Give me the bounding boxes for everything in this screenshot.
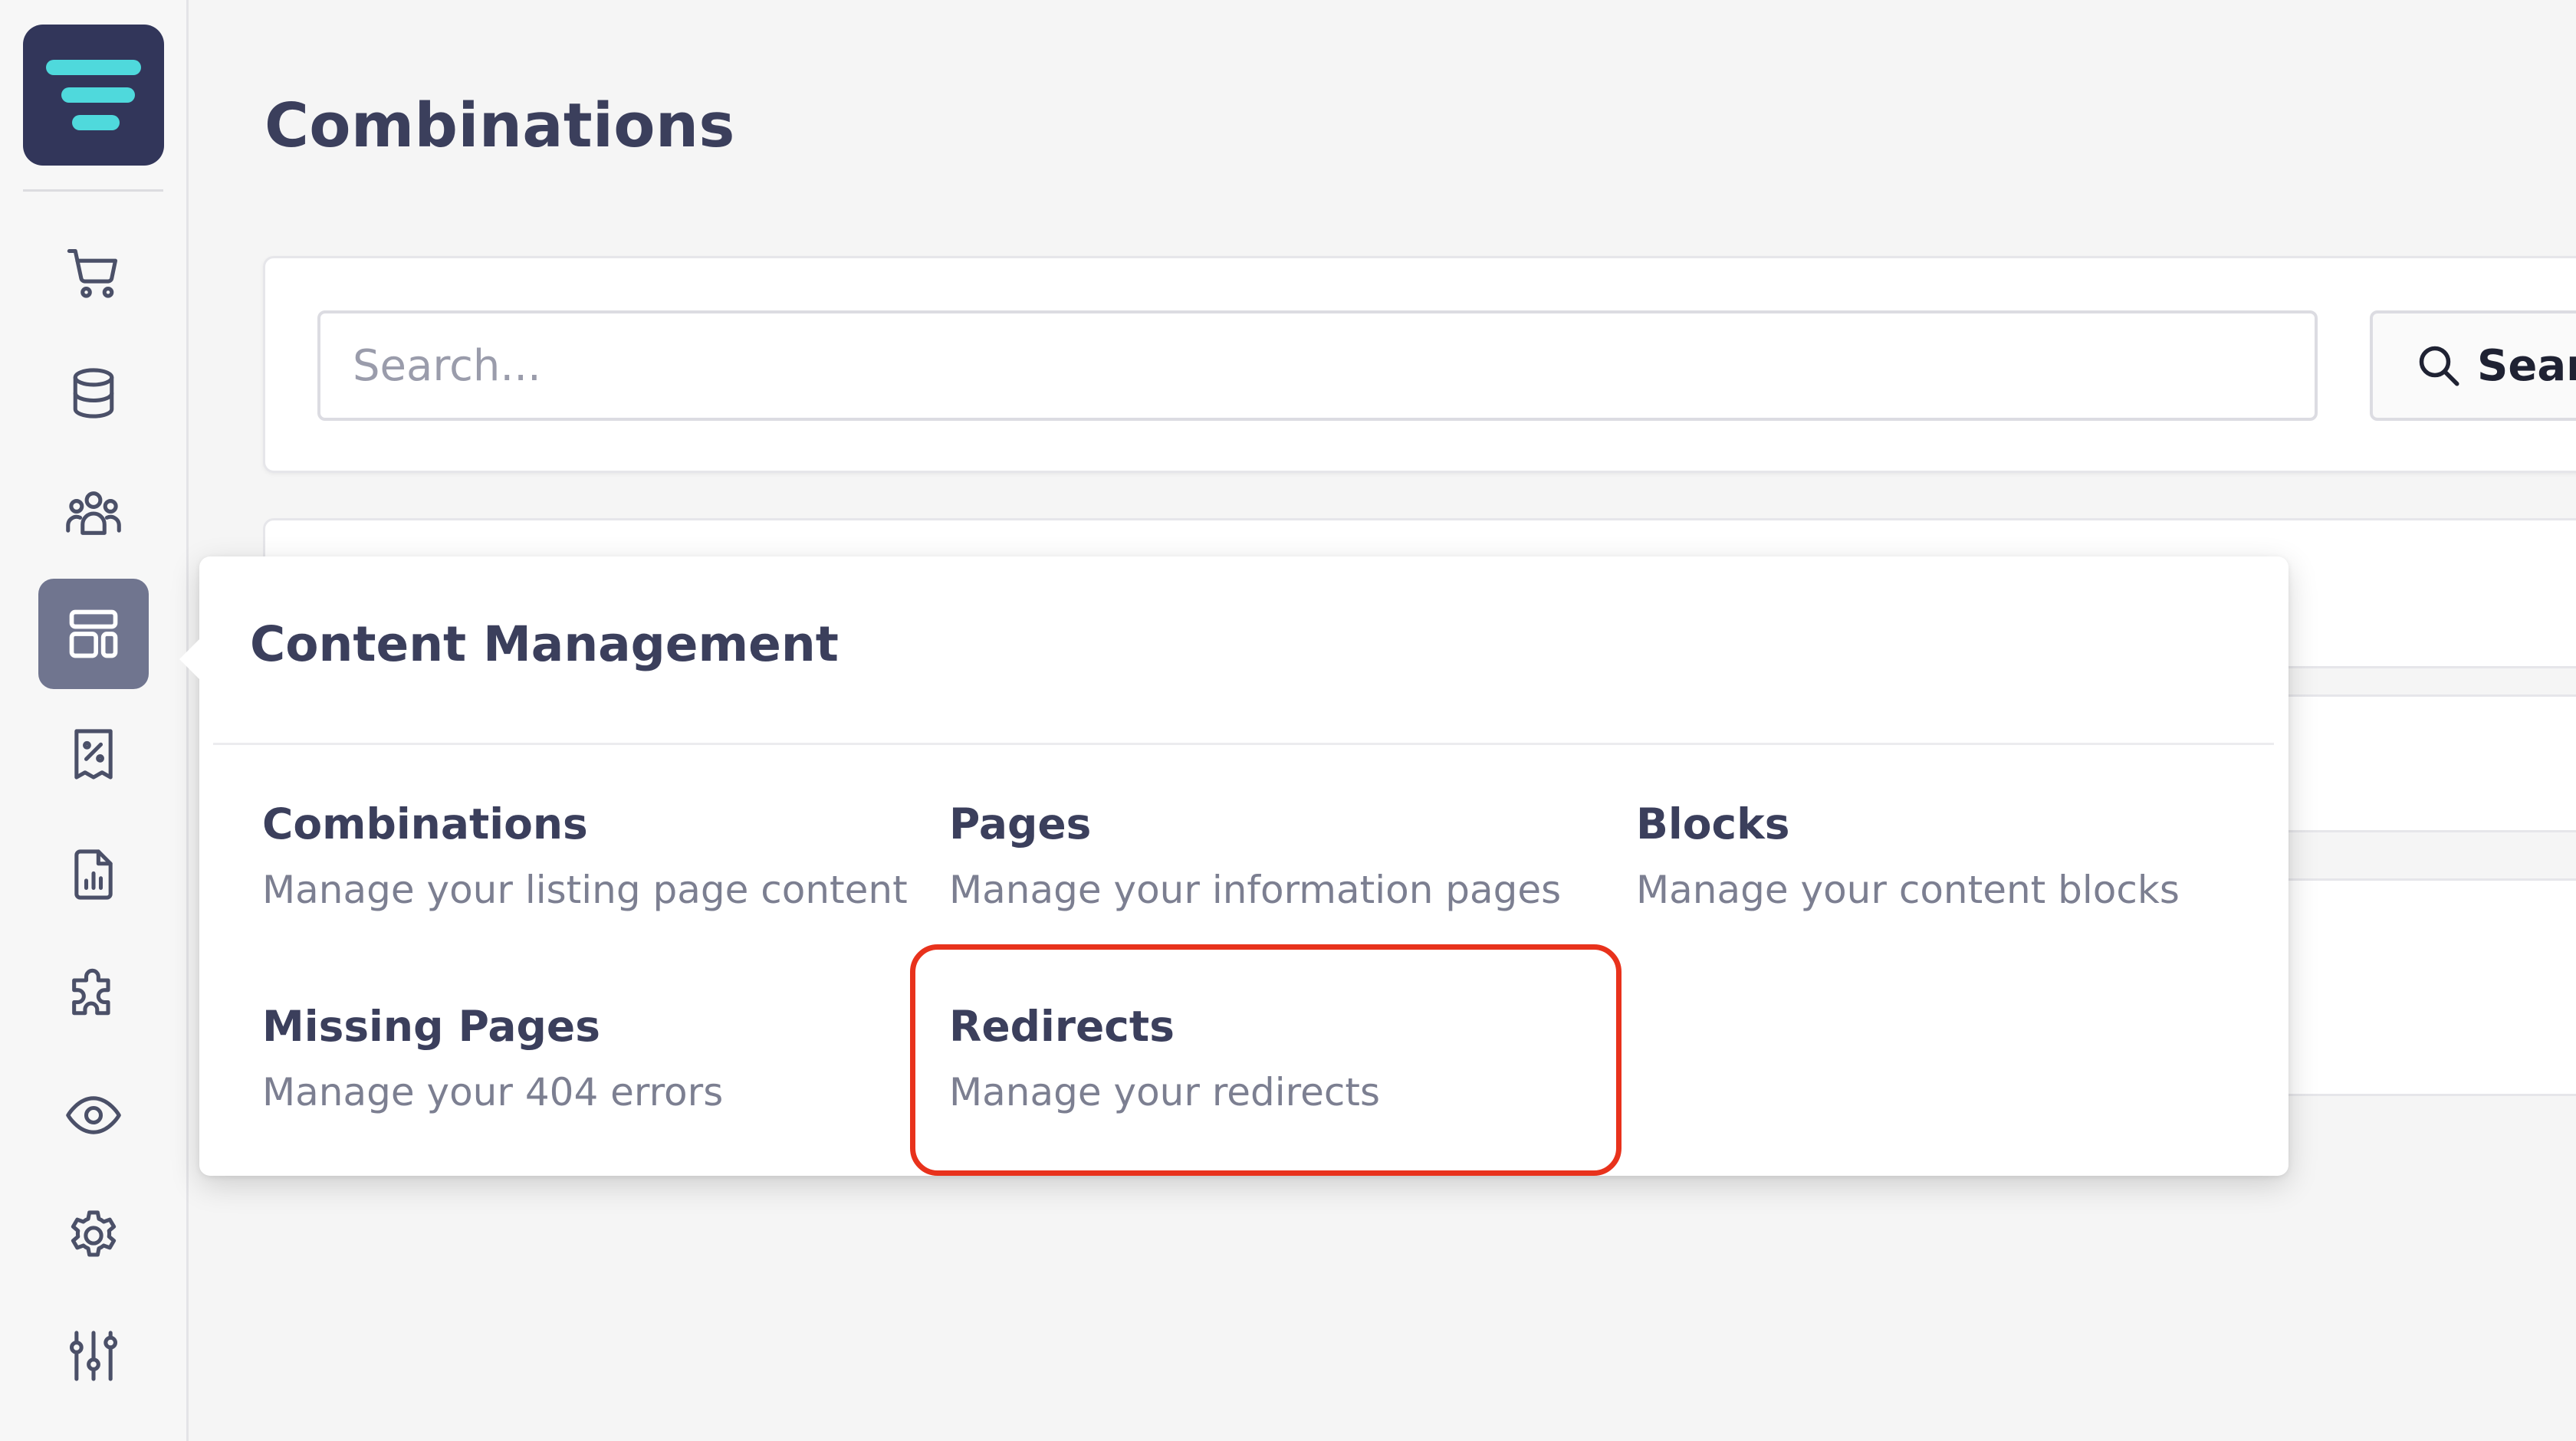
search-icon bbox=[2419, 346, 2459, 386]
customers-icon bbox=[66, 491, 121, 535]
nav-extensions[interactable] bbox=[38, 940, 149, 1050]
menu-item-description: Manage your redirects bbox=[949, 1070, 1381, 1114]
menu-item-combinations[interactable]: Combinations Manage your listing page co… bbox=[262, 797, 929, 917]
brand-logo-icon[interactable] bbox=[23, 25, 164, 166]
cart-icon bbox=[67, 248, 118, 298]
nav-customers[interactable] bbox=[38, 458, 149, 569]
search-card: Search bbox=[263, 256, 2576, 473]
nav-configuration[interactable] bbox=[38, 1301, 149, 1411]
layout-icon bbox=[69, 609, 118, 658]
nav-content-management[interactable] bbox=[38, 579, 149, 689]
menu-item-title: Pages bbox=[949, 799, 1092, 849]
nav-catalog[interactable] bbox=[38, 338, 149, 448]
menu-item-redirects[interactable]: Redirects Manage your redirects bbox=[949, 1000, 1616, 1119]
nav-discounts[interactable] bbox=[38, 699, 149, 809]
menu-item-title: Combinations bbox=[262, 799, 588, 849]
page-title: Combinations bbox=[264, 90, 735, 161]
popover-title: Content Management bbox=[250, 616, 839, 672]
menu-item-blocks[interactable]: Blocks Manage your content blocks bbox=[1636, 797, 2303, 917]
discount-receipt-icon bbox=[74, 729, 113, 780]
eye-icon bbox=[66, 1096, 121, 1134]
nav-preview[interactable] bbox=[38, 1060, 149, 1170]
menu-item-title: Missing Pages bbox=[262, 1002, 600, 1051]
sliders-icon bbox=[69, 1331, 118, 1381]
popover-arrow bbox=[179, 638, 201, 681]
logo-mark bbox=[46, 60, 141, 130]
content-management-popover: Content Management Combinations Manage y… bbox=[179, 556, 2288, 1176]
menu-item-title: Blocks bbox=[1636, 799, 1790, 849]
sidebar-divider bbox=[23, 189, 163, 192]
menu-item-title: Redirects bbox=[949, 1002, 1175, 1051]
nav-reports[interactable] bbox=[38, 819, 149, 930]
report-icon bbox=[74, 849, 113, 900]
gear-icon bbox=[71, 1210, 117, 1257]
sidebar bbox=[0, 0, 189, 1441]
nav-orders[interactable] bbox=[38, 218, 149, 328]
menu-item-missing-pages[interactable]: Missing Pages Manage your 404 errors bbox=[262, 1000, 929, 1119]
menu-item-description: Manage your listing page content bbox=[262, 868, 908, 912]
menu-item-description: Manage your information pages bbox=[949, 868, 1562, 912]
search-button-label: Search bbox=[2477, 340, 2576, 391]
menu-item-description: Manage your 404 errors bbox=[262, 1070, 724, 1114]
puzzle-icon bbox=[72, 968, 110, 1016]
search-button[interactable]: Search bbox=[2370, 310, 2576, 421]
menu-item-description: Manage your content blocks bbox=[1636, 868, 2180, 912]
popover-divider bbox=[213, 743, 2274, 745]
menu-item-pages[interactable]: Pages Manage your information pages bbox=[949, 797, 1616, 917]
search-input[interactable] bbox=[317, 310, 2318, 421]
database-icon bbox=[73, 368, 114, 419]
nav-settings[interactable] bbox=[38, 1180, 149, 1291]
